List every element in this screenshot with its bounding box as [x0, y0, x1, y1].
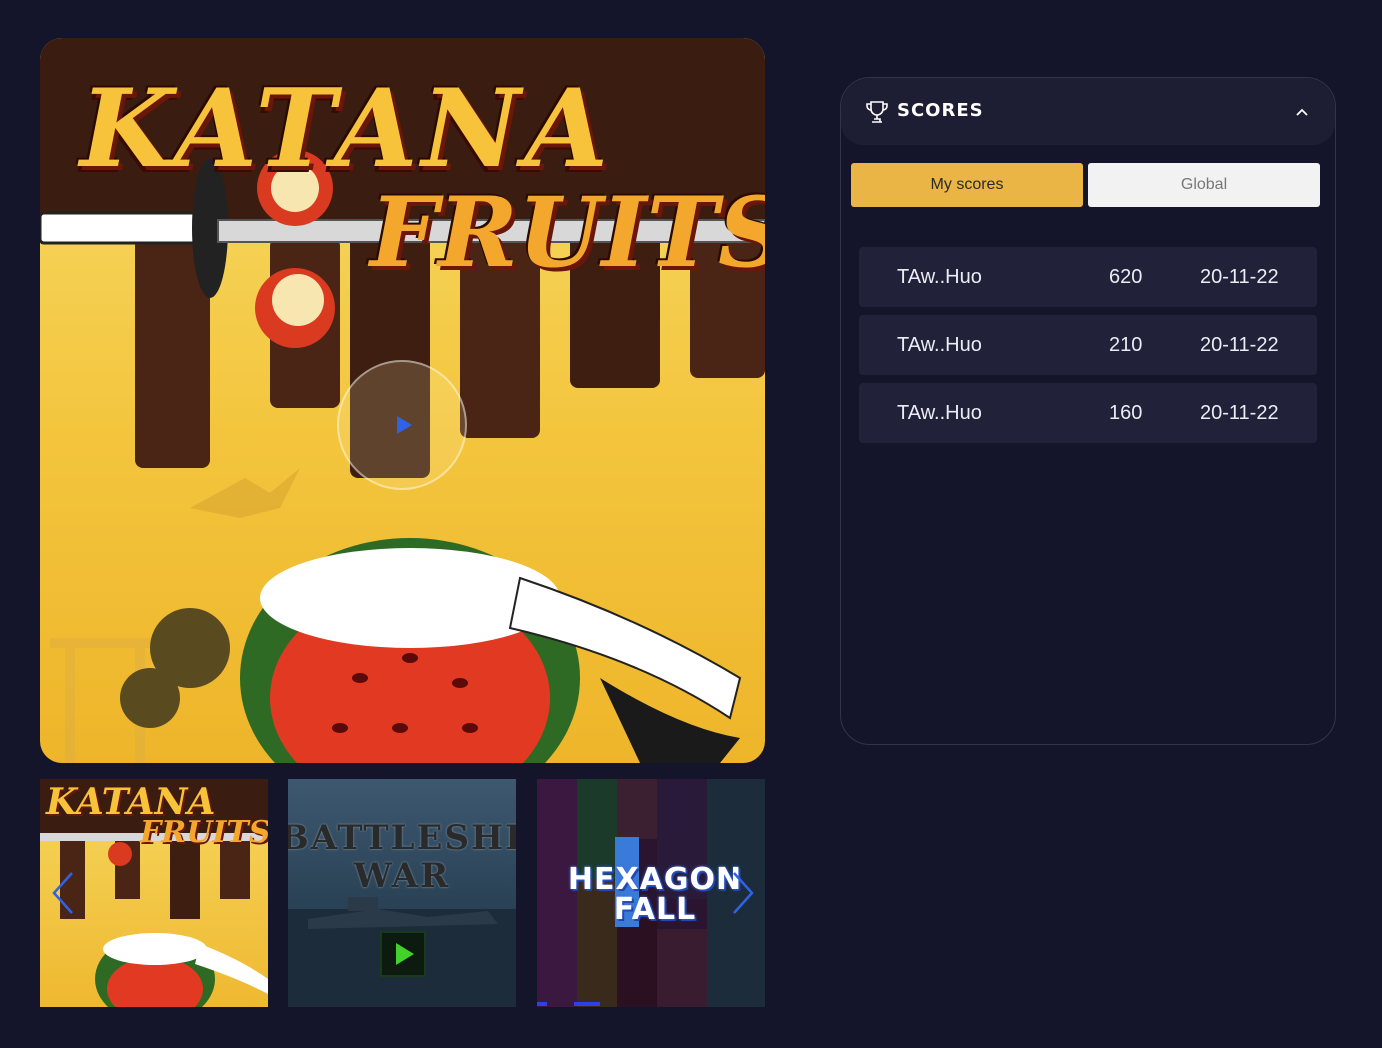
- chevron-up-icon[interactable]: [1295, 105, 1309, 119]
- carousel-prev-button[interactable]: [50, 869, 80, 917]
- hero-subtitle: FRUITS: [370, 176, 765, 289]
- chevron-right-icon: [733, 872, 754, 914]
- progress-segment: [574, 1002, 600, 1006]
- game-hero-image[interactable]: KATANA FRUITS: [40, 38, 765, 763]
- player-name: TAw..Huo: [897, 402, 982, 424]
- score-row: TAw..Huo 160 20-11-22: [859, 383, 1317, 443]
- score-date: 20-11-22: [1200, 402, 1279, 424]
- score-value: 160: [1109, 402, 1143, 424]
- play-button[interactable]: [337, 360, 467, 490]
- scores-tabs: My scores Global: [851, 163, 1321, 207]
- hero-title: KATANA: [80, 66, 613, 192]
- scores-title: SCORES: [897, 100, 984, 121]
- tab-global[interactable]: Global: [1088, 163, 1320, 207]
- carousel-next-button[interactable]: [726, 869, 756, 917]
- game-thumbnail-carousel: KATANA FRUITS BATTLESHIP WAR HEXAGON FAL…: [40, 779, 765, 1007]
- scores-panel: SCORES My scores Global TAw..Huo 620 20-…: [840, 77, 1336, 745]
- play-icon: [396, 943, 414, 965]
- chevron-left-icon: [52, 872, 73, 914]
- score-date: 20-11-22: [1200, 334, 1279, 356]
- score-row: TAw..Huo 620 20-11-22: [859, 247, 1317, 307]
- player-name: TAw..Huo: [897, 266, 982, 288]
- scores-list: TAw..Huo 620 20-11-22 TAw..Huo 210 20-11…: [859, 247, 1317, 451]
- player-name: TAw..Huo: [897, 334, 982, 356]
- thumbnail-play-button[interactable]: [380, 931, 426, 977]
- thumbnail-subtitle: FRUITS: [140, 815, 268, 850]
- play-icon: [396, 416, 412, 434]
- thumbnail-title: BATTLESHIP WAR: [288, 818, 516, 896]
- score-value: 210: [1109, 334, 1143, 356]
- score-row: TAw..Huo 210 20-11-22: [859, 315, 1317, 375]
- carousel-progress-indicator: [537, 1002, 600, 1006]
- trophy-icon: [866, 101, 888, 123]
- thumbnail-battleship-war[interactable]: BATTLESHIP WAR: [288, 779, 516, 1007]
- score-value: 620: [1109, 266, 1143, 288]
- tab-my-scores[interactable]: My scores: [851, 163, 1083, 207]
- scores-panel-header[interactable]: SCORES: [841, 78, 1335, 145]
- score-date: 20-11-22: [1200, 266, 1279, 288]
- progress-segment: [537, 1002, 547, 1006]
